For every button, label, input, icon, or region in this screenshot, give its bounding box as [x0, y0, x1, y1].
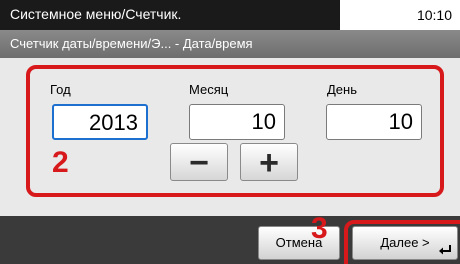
- clock-area: 10:10: [340, 0, 460, 30]
- breadcrumb: Счетчик даты/времени/Э... - Дата/время: [10, 36, 253, 51]
- title-bar: Системное меню/Счетчик. 10:10: [0, 0, 460, 30]
- cancel-button[interactable]: Отмена: [258, 226, 340, 260]
- annotation-number-3: 3: [311, 212, 328, 245]
- next-button-highlight: [344, 220, 460, 264]
- breadcrumb-bar: Счетчик даты/времени/Э... - Дата/время: [0, 30, 460, 58]
- screen-title: Системное меню/Счетчик.: [10, 6, 182, 22]
- clock-time: 10:10: [416, 7, 452, 23]
- input-area-highlight: [26, 65, 444, 197]
- annotation-number-2: 2: [52, 146, 69, 179]
